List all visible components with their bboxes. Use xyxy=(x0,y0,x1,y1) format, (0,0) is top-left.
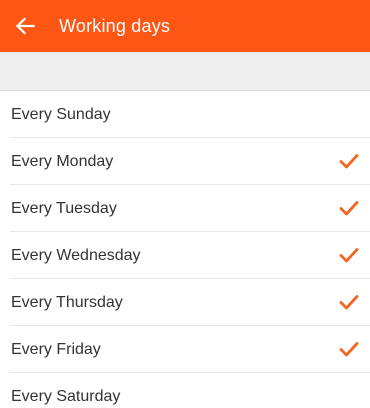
check-icon xyxy=(339,153,359,169)
day-row-friday[interactable]: Every Friday xyxy=(0,326,370,373)
day-row-thursday[interactable]: Every Thursday xyxy=(0,279,370,326)
app-screen: Working days Every Sunday Every Monday E… xyxy=(0,0,370,408)
day-label: Every Wednesday xyxy=(11,246,141,264)
working-days-list: Every Sunday Every Monday Every Tuesday … xyxy=(0,91,370,408)
day-row-saturday[interactable]: Every Saturday xyxy=(0,373,370,408)
day-row-sunday[interactable]: Every Sunday xyxy=(0,91,370,138)
day-label: Every Tuesday xyxy=(11,199,117,217)
day-label: Every Sunday xyxy=(11,105,111,123)
check-icon xyxy=(339,247,359,263)
check-icon xyxy=(339,341,359,357)
day-label: Every Saturday xyxy=(11,387,121,405)
app-bar: Working days xyxy=(0,0,370,52)
check-icon xyxy=(339,294,359,310)
day-label: Every Friday xyxy=(11,340,101,358)
day-label: Every Thursday xyxy=(11,293,123,311)
subheader-strip xyxy=(0,52,370,91)
day-label: Every Monday xyxy=(11,152,114,170)
check-icon xyxy=(339,200,359,216)
page-title: Working days xyxy=(59,15,171,36)
day-row-wednesday[interactable]: Every Wednesday xyxy=(0,232,370,279)
check-icon xyxy=(339,388,359,404)
arrow-left-icon xyxy=(15,17,35,35)
check-icon xyxy=(339,106,359,122)
day-row-monday[interactable]: Every Monday xyxy=(0,138,370,185)
back-button[interactable] xyxy=(3,0,47,52)
day-row-tuesday[interactable]: Every Tuesday xyxy=(0,185,370,232)
